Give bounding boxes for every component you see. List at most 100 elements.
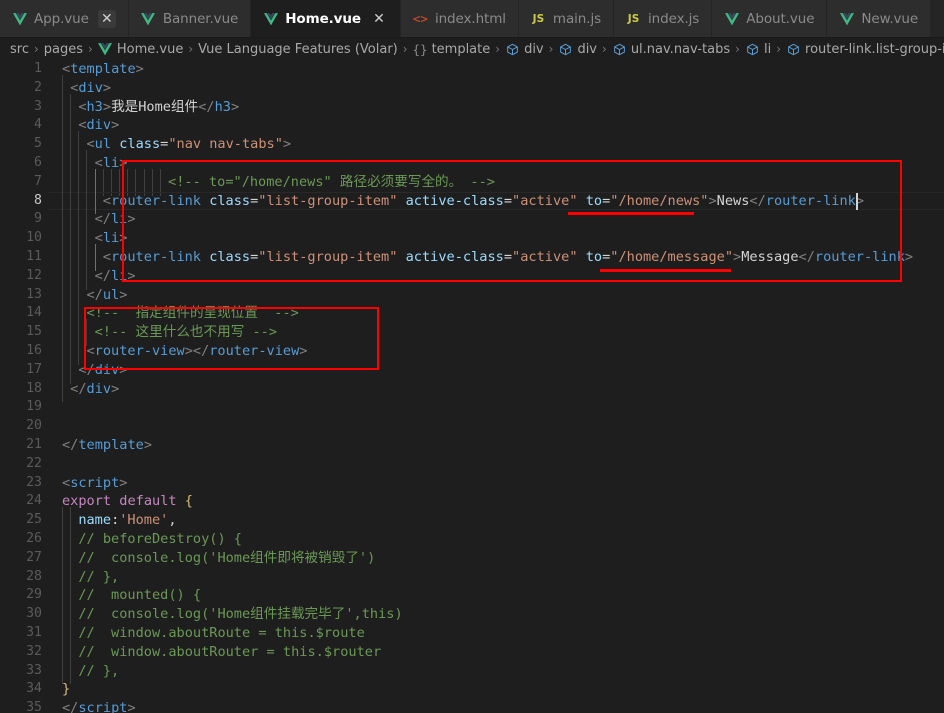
code-text[interactable]: // }, — [42, 563, 944, 591]
editor-tab-banner-vue[interactable]: Banner.vue — [128, 0, 252, 37]
code-text[interactable]: name:'Home', — [42, 507, 944, 534]
code-text[interactable]: <!-- 这里什么也不用写 --> — [42, 319, 944, 346]
code-line[interactable]: 3 <h3>我是Home组件</h3> — [0, 93, 944, 121]
breadcrumb-item[interactable]: li — [745, 42, 771, 57]
code-text[interactable]: </li> — [42, 262, 944, 290]
code-token: </ — [198, 98, 215, 115]
code-line[interactable]: 26 // beforeDestroy() { — [0, 525, 944, 553]
code-line[interactable]: 24 export default { — [0, 492, 944, 511]
code-line[interactable]: 23 <script> — [0, 474, 944, 493]
code-line[interactable]: 33 // }, — [0, 657, 944, 685]
code-line[interactable]: 16 <router-view></router-view> — [0, 337, 944, 365]
editor-tab-index-html[interactable]: <> index.html — [400, 0, 519, 37]
code-text[interactable]: </ul> — [42, 281, 944, 309]
code-lines[interactable]: 1 <template> 2 <div> 3 <h3>我是Home组件</h3> 4 <… — [0, 60, 944, 713]
code-line[interactable]: 9 </li> — [0, 206, 944, 233]
code-text[interactable]: <router-link class="list-group-item" act… — [42, 187, 944, 215]
editor-tab-about-vue[interactable]: About.vue — [712, 0, 828, 37]
line-number: 29 — [26, 587, 42, 603]
code-text[interactable]: // window.aboutRouter = this.$router — [42, 638, 944, 666]
breadcrumb-item[interactable]: div — [558, 42, 597, 57]
code-line[interactable]: 12 </li> — [0, 262, 944, 290]
close-icon[interactable]: ✕ — [97, 10, 116, 28]
code-text[interactable]: export default { — [42, 492, 944, 511]
code-line[interactable]: 35 </script> — [0, 699, 944, 713]
code-text[interactable]: <template> — [42, 60, 944, 79]
code-text[interactable]: <router-link class="list-group-item" act… — [42, 244, 944, 271]
code-text[interactable]: <div> — [42, 74, 944, 102]
breadcrumb-item[interactable]: pages — [44, 42, 83, 57]
breadcrumb-item[interactable]: div — [505, 42, 544, 57]
code-text[interactable]: </div> — [42, 375, 944, 403]
code-text[interactable]: <ul class="nav nav-tabs"> — [42, 131, 944, 158]
code-line[interactable]: 6 <li> — [0, 150, 944, 177]
code-line[interactable]: 7 <!-- to="/home/news" 路径必须要写全的。 --> — [0, 168, 944, 196]
code-line[interactable]: 25 name:'Home', — [0, 507, 944, 534]
breadcrumb-item[interactable]: Home.vue — [98, 42, 183, 57]
code-line[interactable]: 20 — [0, 417, 944, 436]
editor-tab-index-js[interactable]: JS index.js — [614, 0, 713, 37]
editor-tab-main-js[interactable]: JS main.js — [518, 0, 615, 37]
breadcrumb-item[interactable]: router-link.list-group-item — [786, 42, 944, 57]
code-text[interactable]: <router-view></router-view> — [42, 337, 944, 365]
code-line[interactable]: 19 — [0, 398, 944, 417]
code-line[interactable]: 27 // console.log('Home组件即将被销毁了') — [0, 544, 944, 572]
code-text[interactable]: <!-- 指定组件的呈现位置 --> — [42, 300, 944, 327]
code-token: > — [127, 267, 136, 284]
code-line[interactable]: 21 </template> — [0, 436, 944, 455]
indent-guide — [86, 206, 94, 233]
code-line[interactable]: 10 <li> — [0, 225, 944, 252]
code-line[interactable]: 29 // mounted() { — [0, 582, 944, 609]
code-line[interactable]: 32 // window.aboutRouter = this.$router — [0, 638, 944, 666]
code-text[interactable]: <!-- to="/home/news" 路径必须要写全的。 --> — [42, 168, 944, 196]
code-text[interactable]: <script> — [42, 474, 944, 493]
code-line[interactable]: 11 <router-link class="list-group-item" … — [0, 244, 944, 271]
close-icon[interactable]: ✕ — [370, 10, 388, 28]
breadcrumb-item[interactable]: src — [10, 42, 29, 57]
code-line[interactable]: 13 </ul> — [0, 281, 944, 309]
code-text[interactable]: // window.aboutRoute = this.$route — [42, 619, 944, 647]
code-text[interactable]: } — [42, 680, 944, 699]
indent-guide — [62, 168, 70, 196]
code-line[interactable]: 2 <div> — [0, 74, 944, 102]
code-token: // console.log('Home组件挂载完毕了',this) — [78, 606, 403, 623]
code-line[interactable]: 17 </div> — [0, 356, 944, 384]
code-text[interactable]: </template> — [42, 436, 944, 455]
code-line[interactable]: 30 // console.log('Home组件挂载完毕了',this) — [0, 601, 944, 628]
code-text[interactable]: <div> — [42, 112, 944, 139]
code-text[interactable]: // mounted() { — [42, 582, 944, 609]
code-text[interactable]: // console.log('Home组件挂载完毕了',this) — [42, 601, 944, 628]
code-text[interactable]: </li> — [42, 206, 944, 233]
code-text[interactable]: // }, — [42, 657, 944, 685]
code-text[interactable]: <h3>我是Home组件</h3> — [42, 93, 944, 121]
code-line[interactable]: 5 <ul class="nav nav-tabs"> — [0, 131, 944, 158]
indent-guide — [86, 187, 94, 215]
code-line[interactable]: 28 // }, — [0, 563, 944, 591]
code-line[interactable]: 34} — [0, 680, 944, 699]
code-line[interactable]: 31 // window.aboutRoute = this.$route — [0, 619, 944, 647]
code-line[interactable]: 1 <template> — [0, 60, 944, 79]
breadcrumb-item[interactable]: {} template — [413, 42, 491, 57]
code-text[interactable]: // beforeDestroy() { — [42, 525, 944, 553]
code-text[interactable]: <li> — [42, 225, 944, 252]
code-line[interactable]: 15 <!-- 这里什么也不用写 --> — [0, 319, 944, 346]
code-text[interactable]: </script> — [42, 699, 944, 713]
breadcrumb-item[interactable]: Vue Language Features (Volar) — [198, 42, 398, 57]
code-line[interactable]: 4 <div> — [0, 112, 944, 139]
code-editor[interactable]: 1 <template> 2 <div> 3 <h3>我是Home组件</h3> 4 <… — [0, 60, 944, 713]
breadcrumb-item[interactable]: ul.nav.nav-tabs — [612, 42, 730, 57]
code-text[interactable]: <li> — [42, 150, 944, 177]
indent-guide — [70, 300, 78, 327]
code-text[interactable]: </div> — [42, 356, 944, 384]
editor-tab-new-vue[interactable]: New.vue — [827, 0, 932, 37]
editor-tab-app-vue[interactable]: App.vue ✕ — [0, 0, 129, 37]
code-token: script — [78, 700, 128, 713]
tab-label: main.js — [552, 11, 602, 27]
line-number: 11 — [26, 248, 42, 264]
code-text[interactable]: // console.log('Home组件即将被销毁了') — [42, 544, 944, 572]
editor-tab-home-vue[interactable]: Home.vue ✕ — [251, 0, 401, 37]
code-line[interactable]: 18 </div> — [0, 375, 944, 403]
code-line[interactable]: 14 <!-- 指定组件的呈现位置 --> — [0, 300, 944, 327]
code-line[interactable]: 8 <router-link class="list-group-item" a… — [0, 187, 944, 215]
code-line[interactable]: 22 — [0, 455, 944, 474]
